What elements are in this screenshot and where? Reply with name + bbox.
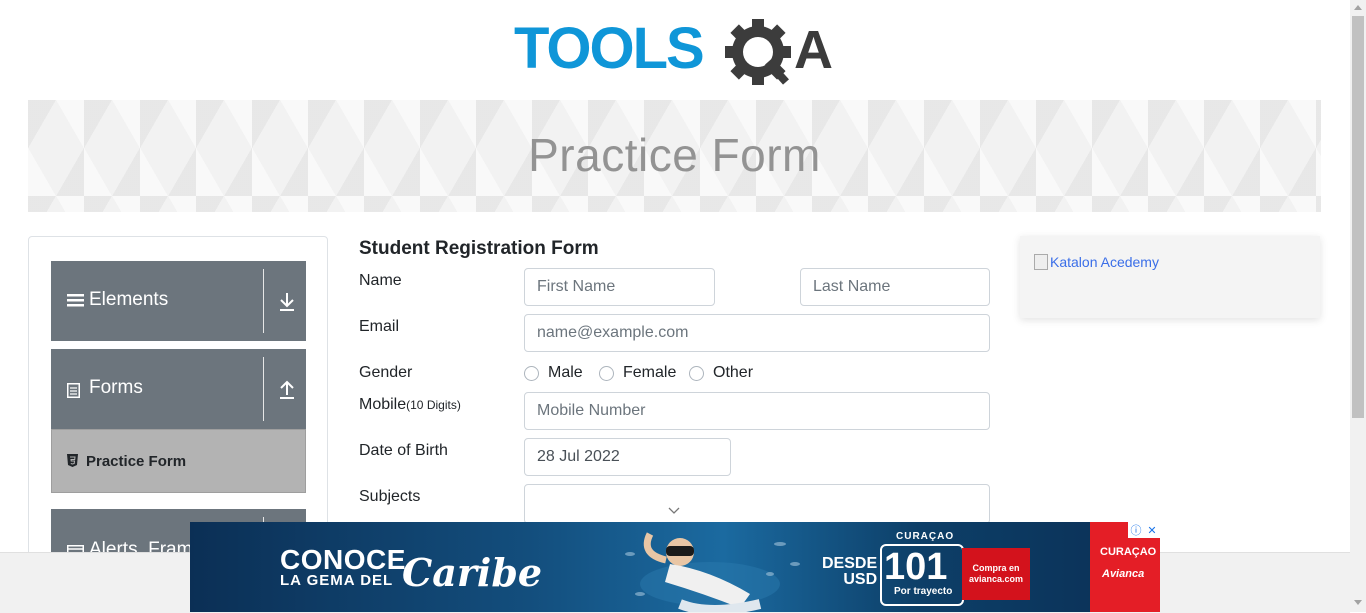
logo-text-tools: TOOLS bbox=[514, 16, 703, 81]
ad-brand-avianca: Avianca bbox=[1102, 568, 1145, 580]
ad-per-trip: Por trayecto bbox=[894, 586, 953, 597]
sidebar-group-label: Elements bbox=[89, 289, 169, 310]
ad-controls: ⓘ ✕ bbox=[1128, 522, 1160, 538]
mobile-hint: (10 Digits) bbox=[406, 398, 461, 412]
page-banner: Practice Form bbox=[28, 100, 1321, 212]
gender-radio-other[interactable]: Other bbox=[689, 364, 753, 382]
subjects-label: Subjects bbox=[359, 488, 421, 505]
katalon-ad[interactable]: Katalon Acedemy bbox=[1020, 236, 1320, 318]
katalon-ad-alt-text: Katalon Acedemy bbox=[1050, 254, 1159, 270]
scrollbar-thumb[interactable] bbox=[1352, 16, 1364, 418]
scroll-up-arrow-icon[interactable] bbox=[1354, 5, 1362, 10]
last-name-input[interactable] bbox=[800, 268, 990, 306]
gender-radio-female[interactable]: Female bbox=[599, 364, 676, 382]
vertical-scrollbar[interactable] bbox=[1350, 0, 1366, 612]
scroll-down-arrow-icon[interactable] bbox=[1354, 600, 1362, 605]
page-title: Practice Form bbox=[528, 129, 821, 181]
ad-cta-button[interactable]: Compra en avianca.com bbox=[962, 548, 1030, 600]
radio-label: Female bbox=[623, 364, 677, 381]
ad-desde: DESDE USD bbox=[822, 556, 877, 588]
ad-cta-line2: avianca.com bbox=[968, 574, 1024, 584]
radio-label: Other bbox=[713, 364, 754, 381]
dob-input[interactable] bbox=[524, 438, 731, 476]
radio-label: Male bbox=[548, 364, 583, 381]
mobile-label: Mobile(10 Digits) bbox=[359, 396, 461, 414]
ad-cta-line1: Compra en bbox=[972, 563, 1020, 573]
form-title: Student Registration Form bbox=[359, 238, 599, 259]
email-label: Email bbox=[359, 318, 400, 335]
toolsqa-logo[interactable]: TOOLS A bbox=[514, 16, 838, 92]
email-input[interactable] bbox=[524, 314, 990, 352]
list-icon bbox=[67, 294, 84, 307]
sidebar-item-practice-form[interactable]: Practice Form bbox=[51, 429, 306, 493]
radio-circle[interactable] bbox=[524, 365, 539, 381]
html5-icon bbox=[67, 454, 78, 467]
document-icon bbox=[67, 383, 80, 398]
gender-label: Gender bbox=[359, 364, 413, 381]
divider bbox=[263, 357, 264, 421]
ad-destination: CURAÇAO bbox=[896, 531, 955, 542]
sidebar-group-label: Forms bbox=[89, 377, 143, 398]
ad-desde-label: DESDE bbox=[822, 555, 878, 572]
ad-info-icon[interactable]: ⓘ bbox=[1128, 522, 1144, 538]
radio-circle[interactable] bbox=[599, 365, 614, 381]
subjects-input[interactable] bbox=[524, 484, 990, 524]
mobile-input[interactable] bbox=[524, 392, 990, 430]
first-name-input[interactable] bbox=[524, 268, 715, 306]
dob-label: Date of Birth bbox=[359, 442, 448, 459]
gender-radio-male[interactable]: Male bbox=[524, 364, 583, 382]
mobile-label-text: Mobile bbox=[359, 396, 407, 413]
ad-brand-curacao: CURAÇAO bbox=[1100, 546, 1157, 558]
ad-script-text: Caribe bbox=[402, 550, 543, 595]
logo-text-a: A bbox=[794, 20, 833, 80]
gear-magnifier-icon bbox=[725, 19, 791, 85]
sidebar: Elements Forms Practice Form Alerts, Fra… bbox=[28, 236, 328, 589]
ad-close-icon[interactable]: ✕ bbox=[1144, 522, 1160, 538]
radio-circle[interactable] bbox=[689, 365, 704, 381]
upload-arrow-icon[interactable] bbox=[277, 379, 297, 401]
katalon-ad-link[interactable]: Katalon Acedemy bbox=[1034, 254, 1159, 270]
diver-image bbox=[625, 532, 800, 612]
sidebar-item-label: Practice Form bbox=[86, 453, 187, 470]
ad-currency: USD bbox=[843, 571, 878, 588]
ad-price: 101 bbox=[884, 546, 948, 588]
bottom-ad-banner[interactable]: CONOCE LA GEMA DEL Caribe CURAÇAO DESDE … bbox=[190, 522, 1160, 612]
sidebar-group-elements[interactable]: Elements bbox=[51, 261, 306, 341]
divider bbox=[263, 269, 264, 333]
download-arrow-icon[interactable] bbox=[277, 291, 297, 313]
ad-subheadline: LA GEMA DEL bbox=[280, 572, 394, 589]
sidebar-group-forms[interactable]: Forms bbox=[51, 349, 306, 429]
broken-image-icon bbox=[1034, 254, 1048, 270]
chevron-down-icon[interactable] bbox=[668, 507, 680, 515]
name-label: Name bbox=[359, 272, 402, 289]
